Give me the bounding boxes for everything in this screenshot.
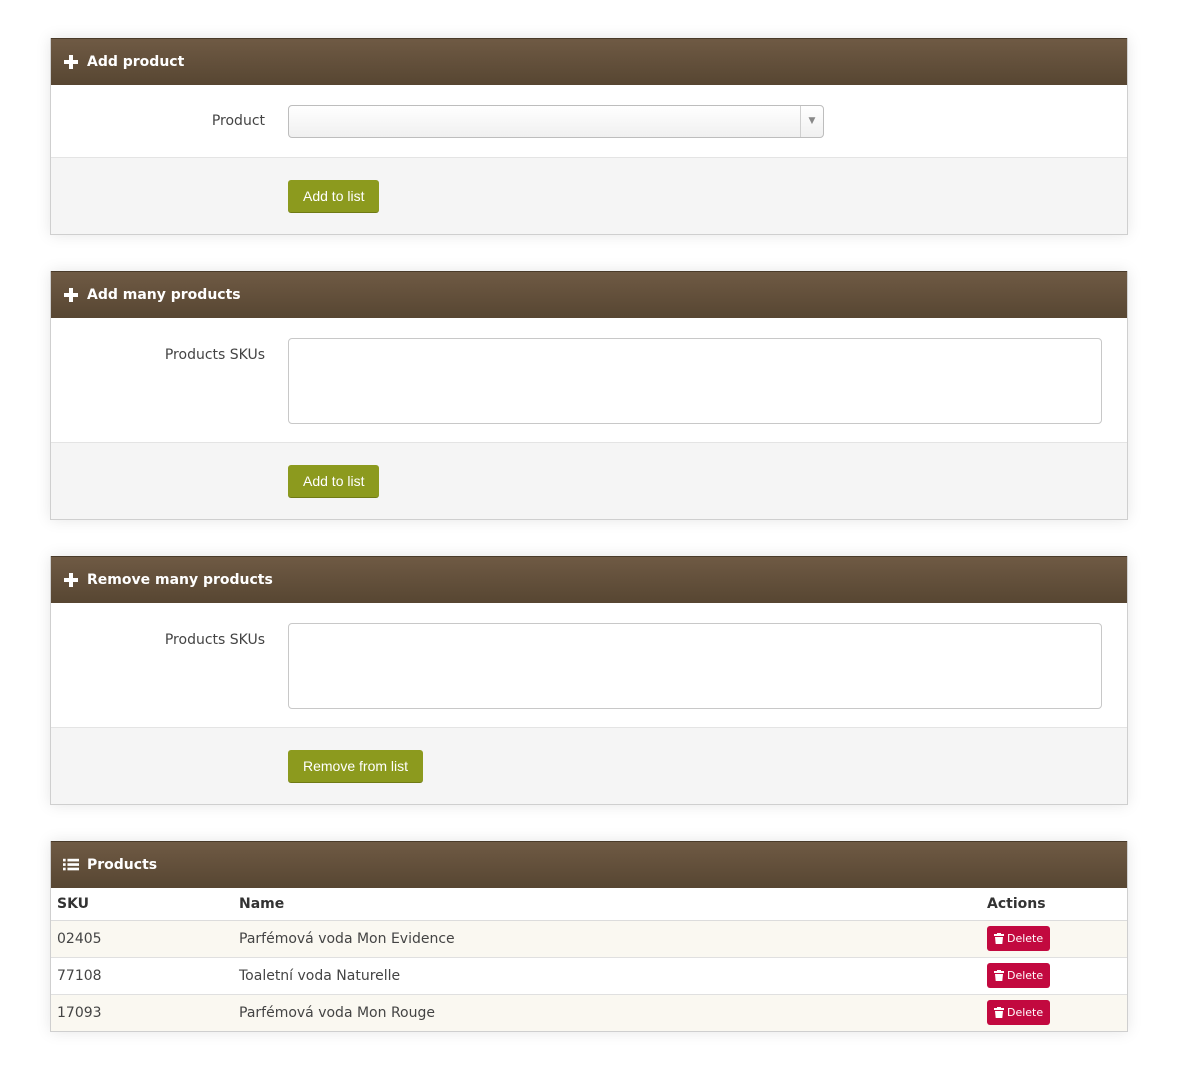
trash-icon: [994, 933, 1004, 944]
trash-icon: [994, 970, 1004, 981]
products-table: SKU Name Actions 02405 Parfémová voda Mo…: [51, 888, 1127, 1031]
row-sku: 77108: [51, 957, 233, 995]
row-name: Parfémová voda Mon Rouge: [233, 994, 981, 1031]
table-header-row: SKU Name Actions: [51, 888, 1127, 921]
add-skus-textarea[interactable]: [288, 338, 1102, 424]
column-name: Name: [233, 888, 981, 921]
products-panel: Products SKU Name Actions 02405 Parfémov…: [50, 841, 1128, 1032]
product-row: Product ▼: [51, 85, 1127, 158]
plus-icon: [63, 572, 79, 588]
add-many-footer: Add to list: [51, 443, 1127, 519]
delete-button[interactable]: Delete: [987, 1000, 1051, 1026]
panel-title: Add product: [87, 54, 185, 70]
table-row: 77108 Toaletní voda Naturelle Delete: [51, 957, 1127, 995]
panel-title: Add many products: [87, 287, 241, 303]
add-many-header: Add many products: [51, 271, 1127, 318]
table-row: 17093 Parfémová voda Mon Rouge Delete: [51, 994, 1127, 1031]
row-sku: 02405: [51, 920, 233, 958]
product-select[interactable]: ▼: [288, 104, 824, 138]
add-many-panel: Add many products Products SKUs Add to l…: [50, 271, 1128, 520]
remove-many-header: Remove many products: [51, 556, 1127, 603]
table-row: 02405 Parfémová voda Mon Evidence Delete: [51, 920, 1127, 958]
delete-label: Delete: [1007, 969, 1044, 982]
list-icon: [63, 857, 79, 873]
remove-from-list-button[interactable]: Remove from list: [288, 749, 424, 783]
products-header: Products: [51, 841, 1127, 888]
remove-skus-row: Products SKUs: [51, 603, 1127, 728]
panel-title: Remove many products: [87, 572, 273, 588]
chevron-down-icon[interactable]: ▼: [800, 105, 823, 137]
trash-icon: [994, 1007, 1004, 1019]
add-product-panel: Add product Product ▼ Add to list: [50, 38, 1128, 235]
remove-skus-textarea[interactable]: [288, 623, 1102, 709]
skus-label: Products SKUs: [164, 632, 265, 648]
column-actions: Actions: [981, 888, 1127, 921]
row-name: Parfémová voda Mon Evidence: [233, 920, 981, 958]
remove-many-panel: Remove many products Products SKUs Remov…: [50, 556, 1128, 805]
skus-label: Products SKUs: [164, 347, 265, 363]
add-to-list-button[interactable]: Add to list: [288, 179, 380, 213]
delete-button[interactable]: Delete: [987, 926, 1051, 951]
add-skus-row: Products SKUs: [51, 318, 1127, 443]
delete-label: Delete: [1007, 932, 1044, 945]
panel-title: Products: [87, 857, 158, 873]
column-sku: SKU: [51, 888, 233, 921]
add-many-to-list-button[interactable]: Add to list: [288, 464, 380, 498]
delete-button[interactable]: Delete: [987, 963, 1051, 988]
plus-icon: [63, 287, 79, 303]
row-sku: 17093: [51, 994, 233, 1031]
remove-many-footer: Remove from list: [51, 728, 1127, 804]
add-product-header: Add product: [51, 38, 1127, 85]
product-label: Product: [211, 113, 265, 129]
add-product-footer: Add to list: [51, 158, 1127, 234]
delete-label: Delete: [1007, 1006, 1044, 1020]
plus-icon: [63, 54, 79, 70]
row-name: Toaletní voda Naturelle: [233, 957, 981, 995]
